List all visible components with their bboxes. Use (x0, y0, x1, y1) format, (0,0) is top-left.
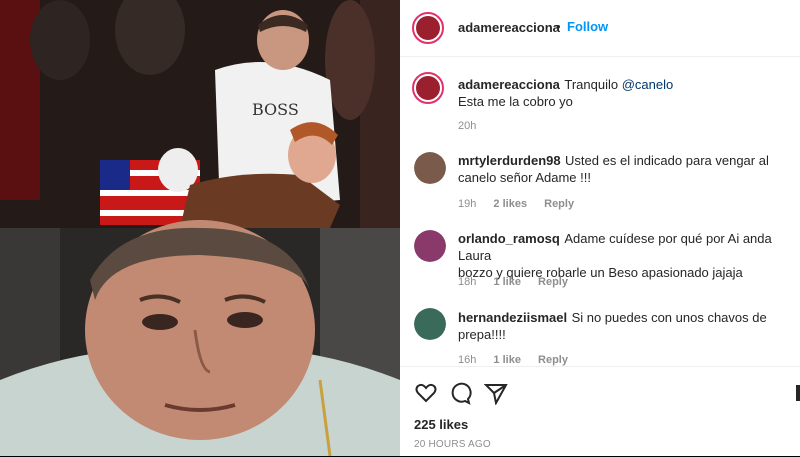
action-bar: 225 likes 20 HOURS AGO (400, 366, 800, 457)
shirt-text: BOSS (252, 100, 299, 119)
heart-icon[interactable] (414, 381, 438, 405)
comment-likes[interactable]: 2 likes (493, 198, 527, 210)
post-photo: BOSS (0, 0, 400, 456)
author-avatar[interactable] (412, 12, 444, 44)
reply-button[interactable]: Reply (544, 198, 574, 210)
likes-count[interactable]: 225 likes (414, 417, 468, 432)
comment-avatar[interactable] (414, 308, 446, 340)
comment-username[interactable]: hernandeziismael (458, 310, 567, 325)
caption-text-line2: Esta me la cobro yo (458, 94, 573, 109)
comment-likes[interactable]: 1 like (493, 354, 521, 366)
caption-time[interactable]: 20h (458, 120, 476, 132)
comment-text-line2: canelo señor Adame !!! (458, 170, 591, 185)
post-header: adamereacciona • Follow (400, 0, 800, 57)
author-username[interactable]: adamereacciona (458, 20, 560, 35)
separator-dot: • (556, 19, 561, 34)
comment-username[interactable]: orlando_ramosq (458, 231, 560, 246)
comment-text-line2: prepa!!!! (458, 327, 506, 342)
follow-button[interactable]: Follow (567, 19, 608, 34)
post-panel: adamereacciona • Follow adamereacciona T… (400, 0, 800, 456)
comment: orlando_ramosq Adame cuídese por qué por… (458, 230, 798, 281)
caption-mention[interactable]: @canelo (622, 77, 674, 92)
comment-meta: 18h 1 like Reply (458, 276, 568, 288)
comment-time[interactable]: 16h (458, 354, 476, 366)
comment-avatar[interactable] (414, 230, 446, 262)
post-image[interactable]: BOSS (0, 0, 400, 456)
comment-text: Usted es el indicado para vengar al (565, 153, 769, 168)
more-icon[interactable] (786, 381, 800, 405)
comment-icon[interactable] (448, 381, 472, 405)
comment-meta: 16h 1 like Reply (458, 354, 568, 366)
comment: hernandeziismael Si no puedes con unos c… (458, 309, 788, 343)
comment-text: Si no puedes con unos chavos de (571, 310, 767, 325)
reply-button[interactable]: Reply (538, 354, 568, 366)
comment-likes[interactable]: 1 like (493, 276, 521, 288)
caption-username[interactable]: adamereacciona (458, 77, 560, 92)
comment-avatar[interactable] (414, 152, 446, 184)
share-icon[interactable] (484, 381, 508, 405)
comment-time[interactable]: 19h (458, 198, 476, 210)
reply-button[interactable]: Reply (538, 276, 568, 288)
caption: adamereacciona Tranquilo @canelo Esta me… (458, 76, 788, 110)
comment-meta: 19h 2 likes Reply (458, 198, 574, 210)
comment: mrtylerdurden98 Usted es el indicado par… (458, 152, 788, 186)
post-time[interactable]: 20 HOURS AGO (414, 439, 491, 450)
comment-time[interactable]: 18h (458, 276, 476, 288)
caption-text: Tranquilo (564, 77, 622, 92)
caption-avatar[interactable] (412, 72, 444, 104)
comment-username[interactable]: mrtylerdurden98 (458, 153, 561, 168)
